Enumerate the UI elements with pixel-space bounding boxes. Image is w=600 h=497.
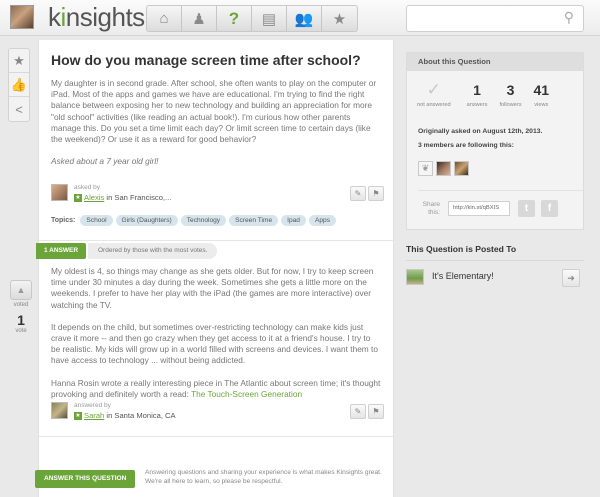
topic-tag[interactable]: Ipad <box>281 215 306 226</box>
posted-to-title: This Question is Posted To <box>406 244 584 261</box>
share-row: Share this: http://kin.st/qBXIS t f <box>418 190 583 217</box>
answer-help-text: Answering questions and sharing your exp… <box>145 469 382 485</box>
share-icon[interactable]: < <box>9 97 29 121</box>
topic-tag[interactable]: Technology <box>180 215 227 226</box>
answer-paragraph: It depends on the child, but sometimes o… <box>51 321 378 366</box>
person-icon[interactable]: ♟ <box>182 6 217 31</box>
share-url-field[interactable]: http://kin.st/qBXIS <box>448 201 510 216</box>
checkmark-icon: ✓ <box>426 80 441 99</box>
sidebar: About this Question ✓ not answered 1 ans… <box>406 52 584 301</box>
star-icon[interactable]: ★ <box>322 6 357 31</box>
question-tools: ✎ ⚑ <box>350 186 384 201</box>
asker-location: in San Francisco,... <box>104 193 172 202</box>
stat-followers: 3 followers <box>499 81 521 127</box>
vote-label: vote <box>15 328 27 334</box>
following-count: 3 members are following this: <box>407 141 583 151</box>
top-bar: kinsights ⌂ ♟ ? ▤ 👥 ★ ⚲ <box>0 0 600 36</box>
answer-tools: ✎ ⚑ <box>350 404 384 419</box>
follower-avatar[interactable]: ❦ <box>418 161 433 176</box>
answerer-name-link[interactable]: Sarah <box>84 411 104 420</box>
answer-question-button[interactable]: Answer This Question <box>35 470 136 488</box>
vote-widget: ▲ voted 1 vote <box>8 280 34 334</box>
stat-value: 1 <box>473 82 481 98</box>
stat-label: views <box>534 102 549 108</box>
kinsights-logo[interactable]: kinsights <box>48 2 145 33</box>
answer-count-badge: 1 Answer <box>36 243 87 259</box>
home-icon[interactable]: ⌂ <box>147 6 182 31</box>
flag-icon[interactable]: ⚑ <box>368 404 384 419</box>
article-link[interactable]: The Touch-Screen Generation <box>191 389 302 399</box>
stat-label: not answered <box>417 102 451 108</box>
vote-count: 1 <box>17 312 25 328</box>
stat-label: answers <box>466 102 488 108</box>
asked-by-label: asked by <box>74 184 101 191</box>
asker-avatar[interactable] <box>51 184 68 201</box>
question-actions-rail: ★ 👍 < <box>8 48 30 122</box>
page-title: How do you manage screen time after scho… <box>51 52 361 68</box>
follower-avatars: ❦ <box>407 161 583 176</box>
answerer-avatar[interactable] <box>51 402 68 419</box>
question-text: My daughter is in second grade. After sc… <box>51 78 377 145</box>
topic-tag[interactable]: Screen Time <box>229 215 279 226</box>
facebook-icon[interactable]: f <box>541 200 558 217</box>
logo-text-end: nsights <box>65 2 145 32</box>
topic-tag[interactable]: Girls (Daughters) <box>115 215 178 226</box>
people-icon[interactable]: 👥 <box>287 6 322 31</box>
share-label: Share this: <box>422 200 440 216</box>
question-panel: How do you manage screen time after scho… <box>35 40 396 497</box>
topics-row: Topics: School Girls (Daughters) Technol… <box>51 215 336 226</box>
search-input[interactable]: ⚲ <box>406 5 584 32</box>
favorite-star-icon[interactable]: ★ <box>9 49 29 73</box>
stat-answers: 1 answers <box>467 81 488 127</box>
stat-not-answered: ✓ not answered <box>417 81 451 127</box>
asker-name-link[interactable]: Alexis <box>84 193 104 202</box>
topic-tag[interactable]: School <box>80 215 113 226</box>
answered-by-label: answered by <box>74 402 111 409</box>
member-star-icon: ★ <box>74 412 82 420</box>
twitter-icon[interactable]: t <box>518 200 535 217</box>
upvote-arrow-icon[interactable]: ▲ <box>10 280 32 300</box>
stat-value: 41 <box>533 82 550 98</box>
search-icon[interactable]: ⚲ <box>564 9 574 26</box>
answers-header: 1 Answer Ordered by those with the most … <box>36 240 396 259</box>
question-icon[interactable]: ? <box>217 6 252 31</box>
posted-group-row[interactable]: It's Elementary! ➜ <box>406 267 584 301</box>
originally-asked: Originally asked on August 12th, 2013. <box>407 127 583 137</box>
question-body: My daughter is in second grade. After sc… <box>51 78 381 178</box>
answer-sort-label: Ordered by those with the most votes. <box>88 243 218 259</box>
thumbs-up-icon[interactable]: 👍 <box>9 73 29 97</box>
voted-label: voted <box>13 302 29 308</box>
member-star-icon: ★ <box>74 194 82 202</box>
group-icon <box>406 269 424 285</box>
comment-icon[interactable]: ✎ <box>350 404 366 419</box>
question-stats: ✓ not answered 1 answers 3 followers 41 … <box>407 71 583 127</box>
topics-label: Topics: <box>51 217 76 224</box>
user-avatar[interactable] <box>10 5 34 29</box>
arrow-right-icon[interactable]: ➜ <box>562 269 580 287</box>
answer-body: My oldest is 4, so things may change as … <box>51 266 381 411</box>
comment-icon[interactable]: ✎ <box>350 186 366 201</box>
stat-value: 3 <box>506 82 515 98</box>
question-context: Asked about a 7 year old girl! <box>51 156 159 167</box>
about-question-box: About this Question ✓ not answered 1 ans… <box>406 52 584 230</box>
follower-avatar[interactable] <box>454 161 469 176</box>
answerer-location: in Santa Monica, CA <box>104 411 176 420</box>
originally-asked-text: Originally asked on August 12th, 2013. <box>418 128 543 135</box>
group-name[interactable]: It's Elementary! <box>432 271 494 281</box>
logo-text-start: k <box>48 2 61 32</box>
topic-tag[interactable]: Apps <box>308 215 336 226</box>
flag-icon[interactable]: ⚑ <box>368 186 384 201</box>
divider <box>39 436 393 437</box>
stat-label: followers <box>499 102 522 108</box>
follower-avatar[interactable] <box>436 161 451 176</box>
clipboard-icon[interactable]: ▤ <box>252 6 287 31</box>
answer-paragraph: My oldest is 4, so things may change as … <box>51 266 374 310</box>
following-text: 3 members are following this: <box>418 142 514 149</box>
about-title: About this Question <box>407 53 583 71</box>
main-nav: ⌂ ♟ ? ▤ 👥 ★ <box>146 5 358 32</box>
stat-views: 41 views <box>534 81 550 127</box>
